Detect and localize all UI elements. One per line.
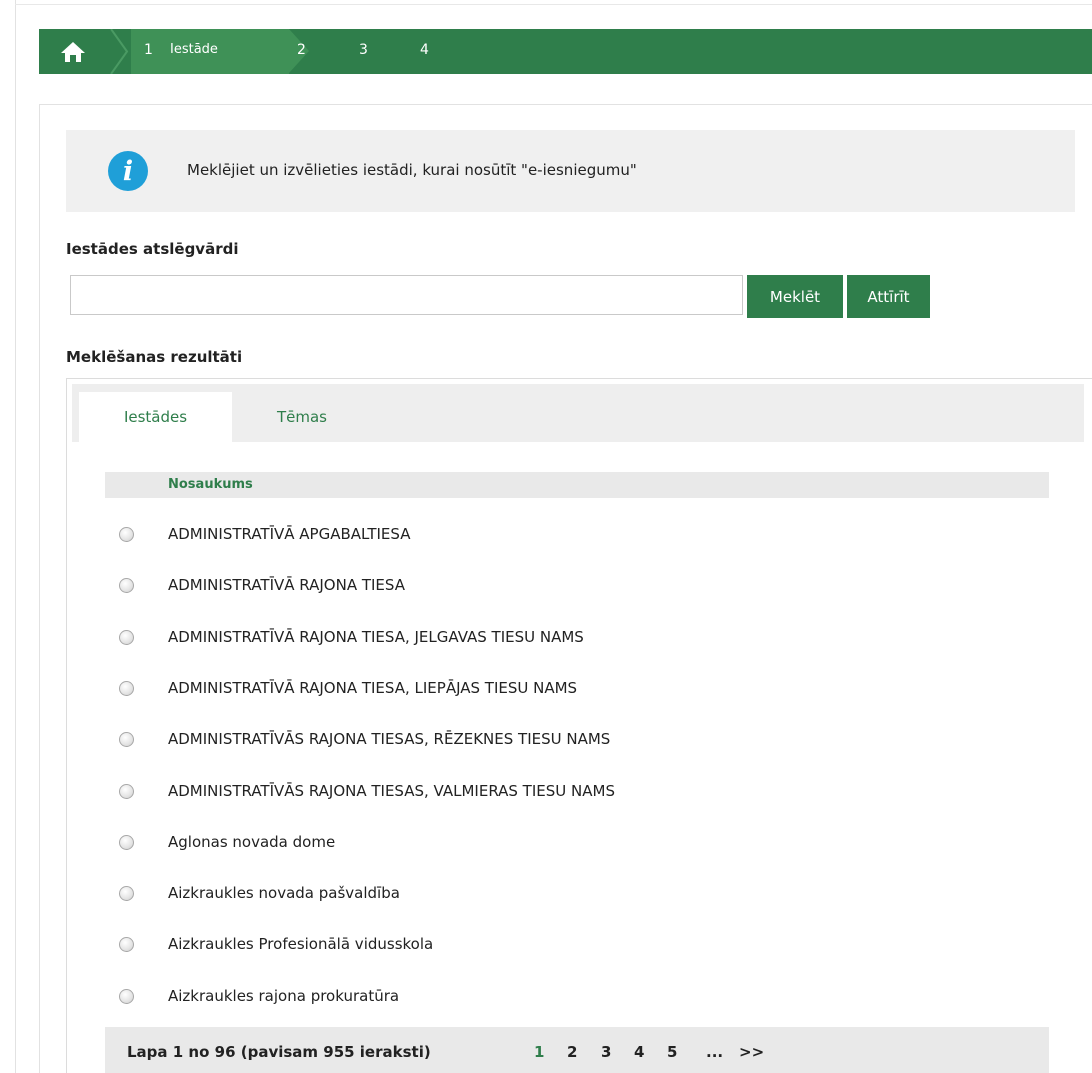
list-item-label[interactable]: ADMINISTRATĪVĀ RAJONA TIESA [168, 576, 405, 594]
page-link-1[interactable]: 1 [534, 1043, 544, 1061]
list-item[interactable]: ADMINISTRATĪVĀS RAJONA TIESAS, RĒZEKNES … [105, 721, 1049, 761]
list-item[interactable]: Aglonas novada dome [105, 824, 1049, 864]
radio-button[interactable] [119, 681, 134, 696]
wizard-step-3[interactable]: 3 [359, 42, 368, 58]
next-page-link[interactable]: >> [739, 1043, 764, 1061]
page-ellipsis: ... [706, 1043, 724, 1061]
list-item-label[interactable]: ADMINISTRATĪVĀ APGABALTIESA [168, 525, 410, 543]
list-item-label[interactable]: Aglonas novada dome [168, 833, 335, 851]
info-icon: i [108, 151, 148, 191]
page-link-2[interactable]: 2 [567, 1043, 577, 1061]
list-item-label[interactable]: ADMINISTRATĪVĀS RAJONA TIESAS, VALMIERAS… [168, 782, 615, 800]
wizard-steps-bar: 1 Iestāde 2 3 4 [39, 29, 1092, 74]
clear-button[interactable]: Attīrīt [847, 275, 930, 318]
home-icon [61, 41, 85, 62]
list-item[interactable]: Aizkraukles Profesionālā vidusskola [105, 926, 1049, 966]
list-item-label[interactable]: Aizkraukles Profesionālā vidusskola [168, 935, 433, 953]
wizard-step-1-label[interactable]: Iestāde [170, 42, 218, 57]
wizard-separator [110, 29, 129, 74]
list-item-label[interactable]: ADMINISTRATĪVĀ RAJONA TIESA, LIEPĀJAS TI… [168, 679, 577, 697]
page-link-4[interactable]: 4 [634, 1043, 644, 1061]
radio-button[interactable] [119, 937, 134, 952]
list-item[interactable]: ADMINISTRATĪVĀ RAJONA TIESA, LIEPĀJAS TI… [105, 670, 1049, 710]
results-label: Meklēšanas rezultāti [66, 348, 243, 366]
wizard-step-1-number: 1 [144, 42, 153, 58]
info-message-box: i Meklējiet un izvēlieties iestādi, kura… [66, 130, 1075, 212]
page-frame-top [15, 4, 1092, 5]
keywords-input[interactable] [70, 275, 743, 315]
home-button[interactable] [39, 29, 111, 74]
radio-button[interactable] [119, 630, 134, 645]
list-item[interactable]: ADMINISTRATĪVĀ RAJONA TIESA [105, 567, 1049, 607]
radio-button[interactable] [119, 835, 134, 850]
radio-button[interactable] [119, 578, 134, 593]
info-message-text: Meklējiet un izvēlieties iestādi, kurai … [187, 161, 637, 179]
tab-institutions[interactable]: Iestādes [79, 392, 232, 442]
search-button[interactable]: Meklēt [747, 275, 843, 318]
radio-button[interactable] [119, 527, 134, 542]
radio-button[interactable] [119, 886, 134, 901]
column-header-name[interactable]: Nosaukums [168, 477, 253, 492]
list-item[interactable]: ADMINISTRATĪVĀ RAJONA TIESA, JELGAVAS TI… [105, 619, 1049, 659]
list-item-label[interactable]: ADMINISTRATĪVĀ RAJONA TIESA, JELGAVAS TI… [168, 628, 584, 646]
wizard-step-2[interactable]: 2 [297, 42, 306, 58]
list-item-label[interactable]: ADMINISTRATĪVĀS RAJONA TIESAS, RĒZEKNES … [168, 730, 610, 748]
page-link-3[interactable]: 3 [601, 1043, 611, 1061]
radio-button[interactable] [119, 732, 134, 747]
pagination-info: Lapa 1 no 96 (pavisam 955 ieraksti) [127, 1043, 431, 1061]
page-link-5[interactable]: 5 [667, 1043, 677, 1061]
list-item[interactable]: ADMINISTRATĪVĀ APGABALTIESA [105, 516, 1049, 556]
radio-button[interactable] [119, 784, 134, 799]
page-frame-left [15, 0, 16, 1073]
list-item-label[interactable]: Aizkraukles novada pašvaldība [168, 884, 400, 902]
wizard-step-4[interactable]: 4 [420, 42, 429, 58]
keywords-label: Iestādes atslēgvārdi [66, 240, 239, 258]
list-item[interactable]: ADMINISTRATĪVĀS RAJONA TIESAS, VALMIERAS… [105, 773, 1049, 813]
radio-button[interactable] [119, 989, 134, 1004]
list-item[interactable]: Aizkraukles rajona prokuratūra [105, 978, 1049, 1018]
list-item[interactable]: Aizkraukles novada pašvaldība [105, 875, 1049, 915]
tab-topics[interactable]: Tēmas [237, 392, 367, 442]
list-item-label[interactable]: Aizkraukles rajona prokuratūra [168, 987, 399, 1005]
